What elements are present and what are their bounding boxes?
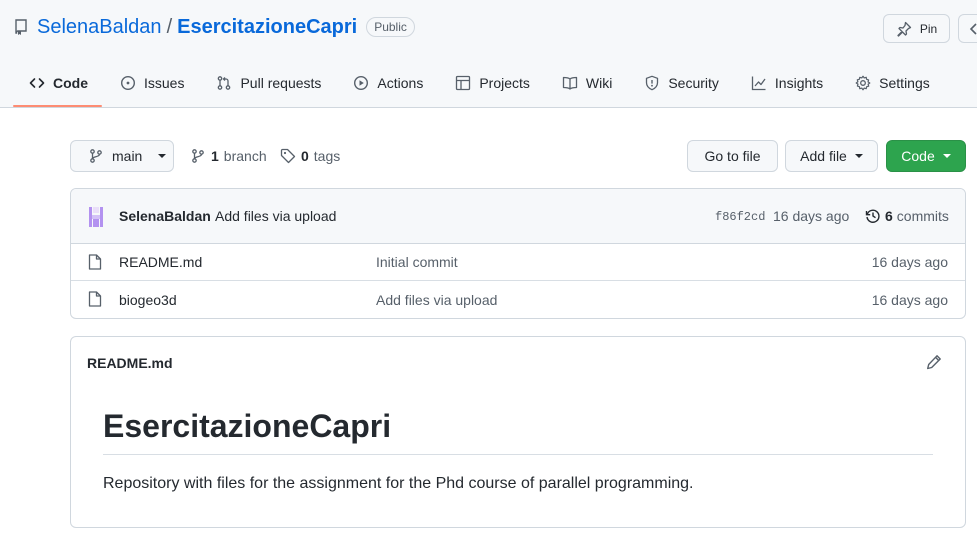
- tab-settings[interactable]: Settings: [839, 66, 946, 100]
- pin-button[interactable]: Pin: [883, 14, 950, 43]
- branch-select-button[interactable]: main: [70, 140, 174, 172]
- file-age: 16 days ago: [871, 254, 948, 270]
- file-browser: SelenaBaldan Add files via upload f86f2c…: [70, 188, 966, 319]
- file-icon: [88, 254, 102, 270]
- commit-sha-link[interactable]: f86f2cd: [715, 210, 765, 224]
- tag-icon: [280, 148, 296, 164]
- add-file-label: Add file: [800, 148, 847, 164]
- readme-filename: README.md: [87, 355, 173, 371]
- table-icon: [455, 75, 471, 91]
- issue-icon: [120, 75, 136, 91]
- repo-nav-tabs: Code Issues Pull requests Actions Projec…: [13, 66, 946, 108]
- branch-icon: [190, 148, 206, 164]
- readme-panel: README.md EsercitazioneCapri Repository …: [70, 336, 966, 528]
- file-commit-link[interactable]: Add files via upload: [376, 292, 497, 308]
- tab-label: Insights: [774, 75, 824, 91]
- pull-request-icon: [216, 75, 232, 91]
- header-action-button[interactable]: [958, 14, 977, 43]
- branch-name: main: [112, 148, 143, 164]
- repo-owner-link[interactable]: SelenaBaldan: [37, 16, 162, 39]
- tab-label: Pull requests: [240, 75, 322, 91]
- repo-name-link[interactable]: EsercitazioneCapri: [177, 16, 357, 39]
- commit-author-link[interactable]: SelenaBaldan: [119, 208, 211, 224]
- go-to-file-button[interactable]: Go to file: [687, 140, 778, 172]
- file-row[interactable]: README.md Initial commit 16 days ago: [71, 244, 965, 281]
- code-icon: [29, 75, 45, 91]
- pin-icon: [896, 21, 912, 37]
- tab-label: Projects: [479, 75, 530, 91]
- chevron-down-icon: [942, 154, 951, 158]
- repo-title: SelenaBaldan / EsercitazioneCapri Public: [14, 14, 415, 40]
- chevron-left-icon: [969, 22, 977, 35]
- pin-label: Pin: [919, 21, 938, 36]
- code-button[interactable]: Code: [886, 140, 966, 172]
- path-separator: /: [166, 15, 173, 38]
- commit-message-link[interactable]: Add files via upload: [215, 208, 336, 224]
- file-icon: [88, 291, 102, 307]
- graph-icon: [751, 75, 767, 91]
- active-tab-underline: [13, 105, 102, 107]
- tab-code[interactable]: Code: [13, 66, 104, 100]
- commit-count: 6: [885, 208, 893, 224]
- file-commit-link[interactable]: Initial commit: [376, 254, 458, 270]
- file-age: 16 days ago: [871, 291, 948, 308]
- tag-label: tags: [313, 148, 341, 164]
- tab-label: Actions: [377, 75, 424, 91]
- tags-link[interactable]: 0 tags: [280, 140, 340, 172]
- code-label: Code: [901, 148, 935, 164]
- go-to-file-label: Go to file: [704, 148, 761, 164]
- pencil-icon[interactable]: [926, 354, 942, 370]
- tab-issues[interactable]: Issues: [104, 66, 200, 100]
- tab-label: Security: [668, 75, 719, 91]
- branches-link[interactable]: 1 branch: [190, 140, 267, 172]
- tab-projects[interactable]: Projects: [439, 66, 546, 100]
- add-file-button[interactable]: Add file: [785, 140, 878, 172]
- file-name-link[interactable]: README.md: [119, 254, 202, 270]
- tab-actions[interactable]: Actions: [337, 66, 439, 100]
- shield-icon: [644, 75, 660, 91]
- book-icon: [562, 75, 578, 91]
- avatar[interactable]: [88, 207, 104, 227]
- readme-body: Repository with files for the assignment…: [103, 475, 694, 492]
- branch-icon: [88, 148, 104, 164]
- file-name-link[interactable]: biogeo3d: [119, 292, 177, 308]
- play-icon: [353, 75, 369, 91]
- commits-history-link[interactable]: 6 commits: [865, 208, 949, 224]
- tab-wiki[interactable]: Wiki: [546, 66, 628, 100]
- tab-insights[interactable]: Insights: [735, 66, 839, 100]
- tab-label: Settings: [879, 75, 930, 91]
- tab-label: Issues: [144, 75, 185, 91]
- commit-label: commits: [896, 208, 949, 224]
- tab-security[interactable]: Security: [628, 66, 735, 100]
- tab-label: Code: [53, 75, 88, 91]
- history-icon: [865, 208, 881, 224]
- repo-icon: [14, 19, 28, 35]
- chevron-down-icon: [158, 154, 167, 158]
- chevron-down-icon: [854, 154, 863, 158]
- tab-label: Wiki: [585, 75, 613, 91]
- commit-age: 16 days ago: [773, 208, 850, 224]
- visibility-badge: Public: [366, 17, 415, 37]
- file-row[interactable]: biogeo3d Add files via upload 16 days ag…: [71, 281, 965, 318]
- branch-label: branch: [223, 148, 267, 164]
- tag-count: 0: [301, 148, 309, 164]
- divider: [103, 454, 933, 455]
- branch-count: 1: [211, 148, 219, 164]
- latest-commit-row: SelenaBaldan Add files via upload f86f2c…: [71, 189, 965, 244]
- readme-title: EsercitazioneCapri: [103, 408, 392, 444]
- repo-header: SelenaBaldan / EsercitazioneCapri Public…: [0, 0, 977, 108]
- gear-icon: [855, 75, 871, 91]
- tab-pull-requests[interactable]: Pull requests: [200, 66, 337, 100]
